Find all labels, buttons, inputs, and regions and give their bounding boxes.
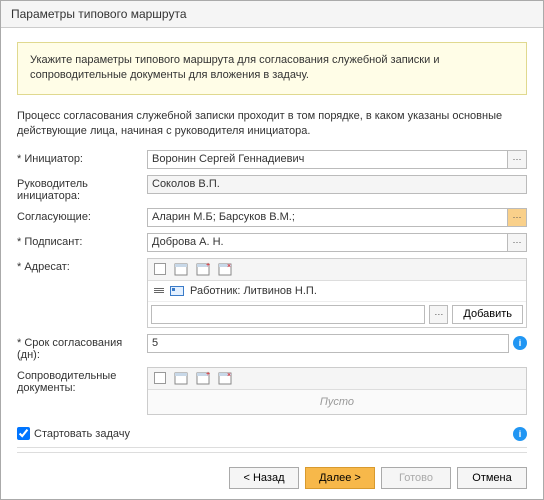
addressee-row[interactable]: Работник: Литвинов Н.П. [148,281,526,302]
deadline-input[interactable]: 5 [147,334,509,353]
start-task-label: Стартовать задачу [34,428,130,440]
svg-text:×: × [227,263,231,270]
svg-text:+: + [206,262,210,269]
svg-text:×: × [227,372,231,379]
docs-select-all-checkbox[interactable] [154,372,166,384]
approvers-input[interactable]: Аларин М.Б; Барсуков В.М.; [147,208,508,227]
initiator-input[interactable]: Воронин Сергей Геннадиевич [147,150,508,169]
manager-input: Соколов В.П. [147,175,527,194]
approvers-picker-button[interactable]: ⋯ [508,208,527,227]
docs-calendar-add-icon[interactable]: + [196,371,210,385]
divider [17,452,527,453]
done-button: Готово [381,467,451,489]
initiator-picker-button[interactable]: ⋯ [508,150,527,169]
content-area: Укажите параметры типового маршрута для … [1,28,543,457]
addressee-add-input[interactable] [151,305,425,324]
svg-text:+: + [206,371,210,378]
back-button[interactable]: < Назад [229,467,299,489]
addressee-label: * Адресат: [17,258,147,273]
addressee-value: Работник: Литвинов Н.П. [190,285,317,297]
calendar-remove-icon[interactable]: × [218,262,232,276]
manager-label: Руководитель инициатора: [17,175,147,202]
start-info-icon[interactable]: i [513,427,527,441]
calendar-add-icon[interactable]: + [196,262,210,276]
info-icon[interactable]: i [513,336,527,350]
list-icon [154,288,164,293]
docs-toolbar: + × [148,368,526,390]
signer-picker-button[interactable]: ⋯ [508,233,527,252]
approvers-label: Согласующие: [17,208,147,223]
docs-panel: + × Пусто [147,367,527,415]
signer-input[interactable]: Доброва А. Н. [147,233,508,252]
addressee-toolbar: + × [148,259,526,281]
docs-calendar-remove-icon[interactable]: × [218,371,232,385]
process-description: Процесс согласования служебной записки п… [17,109,527,140]
add-button[interactable]: Добавить [452,305,523,324]
person-card-icon [170,286,184,296]
signer-label: * Подписант: [17,233,147,248]
notice-panel: Укажите параметры типового маршрута для … [17,42,527,95]
docs-calendar-icon[interactable] [174,371,188,385]
start-task-checkbox[interactable] [17,427,30,440]
select-all-checkbox[interactable] [154,263,166,275]
addressee-add-picker[interactable]: ⋯ [429,305,448,324]
start-task-row: Стартовать задачу i [17,421,527,448]
initiator-label: * Инициатор: [17,150,147,165]
next-button[interactable]: Далее > [305,467,375,489]
footer-buttons: < Назад Далее > Готово Отмена [1,457,543,499]
window-title: Параметры типового маршрута [11,7,187,21]
docs-empty: Пусто [148,390,526,414]
deadline-label: * Срок согласования (дн): [17,334,147,361]
title-bar: Параметры типового маршрута [1,1,543,28]
addressee-panel: + × Работник: Литвинов Н.П. ⋯ Добавить [147,258,527,328]
dialog-window: Параметры типового маршрута Укажите пара… [0,0,544,500]
calendar-icon[interactable] [174,262,188,276]
cancel-button[interactable]: Отмена [457,467,527,489]
docs-label: Сопроводительные документы: [17,367,147,394]
